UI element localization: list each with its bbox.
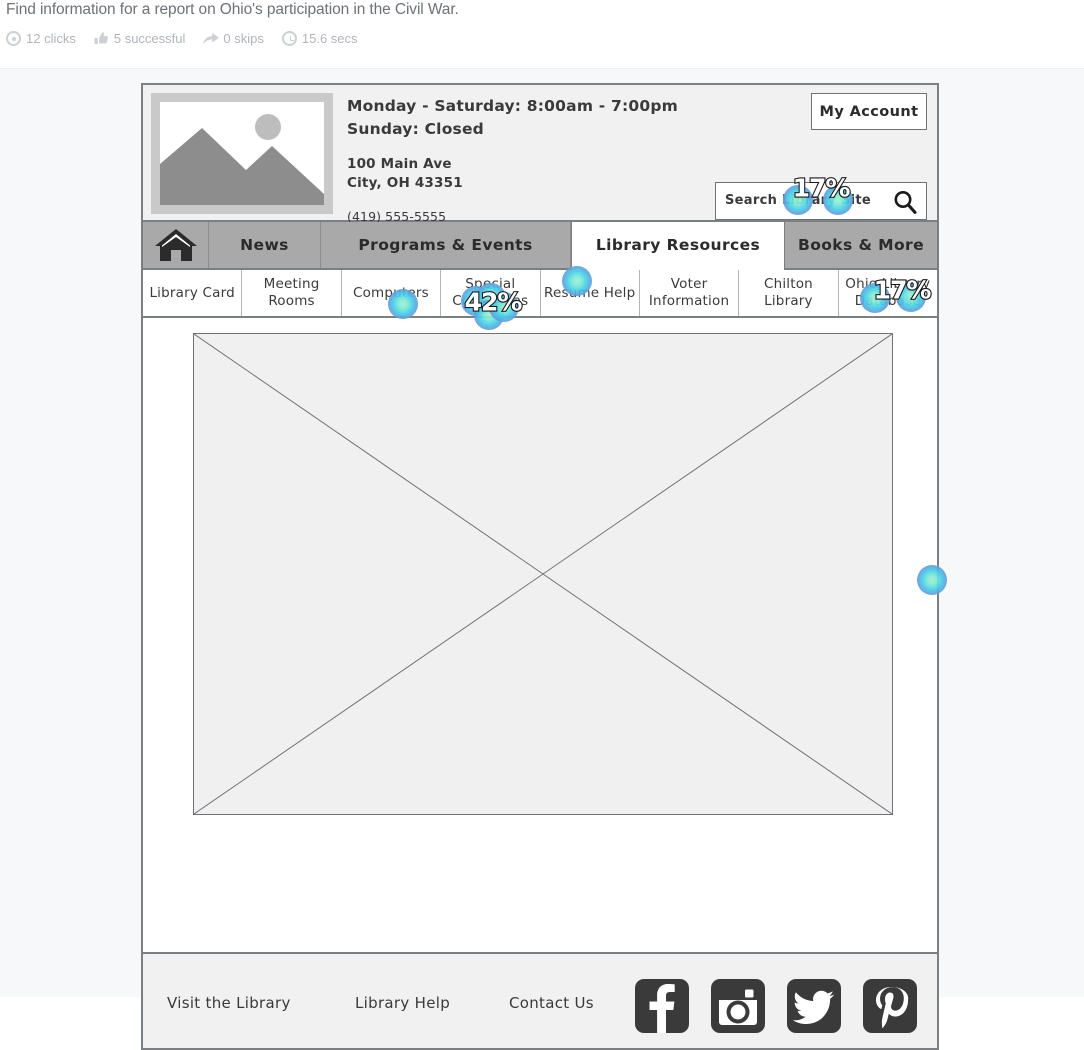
logo-image-placeholder (151, 93, 333, 214)
task-stats: 12 clicks 5 successful 0 skips 15.6 secs (6, 31, 376, 46)
subnav-item-library-card[interactable]: Library Card (143, 270, 243, 316)
nav-home[interactable] (143, 222, 209, 268)
subnav-item-chilton-library[interactable]: Chilton Library (739, 270, 839, 316)
clock-icon (281, 31, 297, 46)
address-line2: City, OH 43351 (347, 175, 463, 191)
skip-arrow-icon (203, 31, 220, 46)
library-address: 100 Main Ave City, OH 43351 (347, 155, 463, 193)
address-line1: 100 Main Ave (347, 156, 452, 172)
subnav-item-resume-help[interactable]: Resume Help (541, 270, 640, 316)
twitter-icon[interactable] (787, 979, 841, 1033)
image-placeholder-crossbox (194, 334, 892, 814)
stat-successful-label: 5 successful (113, 31, 186, 46)
footer-link-library-help[interactable]: Library Help (355, 994, 450, 1012)
bullseye-icon (6, 31, 21, 46)
site-footer: Visit the Library Library Help Contact U… (143, 952, 937, 1048)
nav-item-library-resources[interactable]: Library Resources (571, 222, 785, 270)
nav-item-books-more[interactable]: Books & More (785, 222, 937, 268)
subnav-item-special-collections[interactable]: Special Collections (441, 270, 541, 316)
stat-skips-label: 0 skips (223, 31, 264, 46)
subnav-item-computers[interactable]: Computers (342, 270, 442, 316)
search-bar[interactable]: Search Library Site (715, 182, 927, 220)
library-hours: Monday - Saturday: 8:00am - 7:00pm Sunda… (347, 95, 678, 141)
library-site-wireframe: Monday - Saturday: 8:00am - 7:00pm Sunda… (141, 83, 939, 1050)
task-summary-bar: Find information for a report on Ohio's … (0, 0, 1084, 68)
image-placeholder-icon (160, 102, 324, 205)
task-title: Find information for a report on Ohio's … (6, 1, 459, 18)
nav-item-news[interactable]: News (209, 222, 321, 268)
stat-skips: 0 skips (203, 31, 264, 46)
search-input[interactable]: Search Library Site (725, 193, 871, 208)
nav-item-programs-events[interactable]: Programs & Events (321, 222, 571, 268)
site-header: Monday - Saturday: 8:00am - 7:00pm Sunda… (143, 85, 937, 224)
home-icon (154, 229, 197, 261)
facebook-icon[interactable] (635, 979, 689, 1033)
subnav-item-voter-information[interactable]: Voter Information (640, 270, 740, 316)
thumbs-up-icon (94, 31, 109, 46)
instagram-icon[interactable] (711, 979, 765, 1033)
footer-link-visit-the-library[interactable]: Visit the Library (167, 994, 291, 1012)
stat-successful: 5 successful (94, 31, 186, 46)
subnav-item-meeting-rooms[interactable]: Meeting Rooms (242, 270, 342, 316)
stat-clicks: 12 clicks (6, 31, 76, 46)
stat-time: 15.6 secs (281, 31, 358, 46)
subnav-item-ohio-library-database[interactable]: Ohio Library Database (839, 270, 937, 316)
my-account-button[interactable]: My Account (811, 93, 927, 130)
secondary-navigation: Library Card Meeting Rooms Computers Spe… (143, 270, 937, 318)
social-links (635, 979, 917, 1033)
primary-navigation: News Programs & Events Library Resources… (143, 222, 937, 270)
hours-weekday: Monday - Saturday: 8:00am - 7:00pm (347, 97, 678, 115)
main-content (143, 318, 937, 860)
hours-sunday: Sunday: Closed (347, 120, 484, 138)
pinterest-icon[interactable] (863, 979, 917, 1033)
stat-time-label: 15.6 secs (301, 31, 358, 46)
page-canvas: Monday - Saturday: 8:00am - 7:00pm Sunda… (0, 68, 1084, 1050)
magnifier-icon[interactable] (892, 189, 918, 215)
footer-link-contact-us[interactable]: Contact Us (509, 994, 594, 1012)
content-image-placeholder (193, 333, 893, 815)
stat-clicks-label: 12 clicks (26, 31, 76, 46)
